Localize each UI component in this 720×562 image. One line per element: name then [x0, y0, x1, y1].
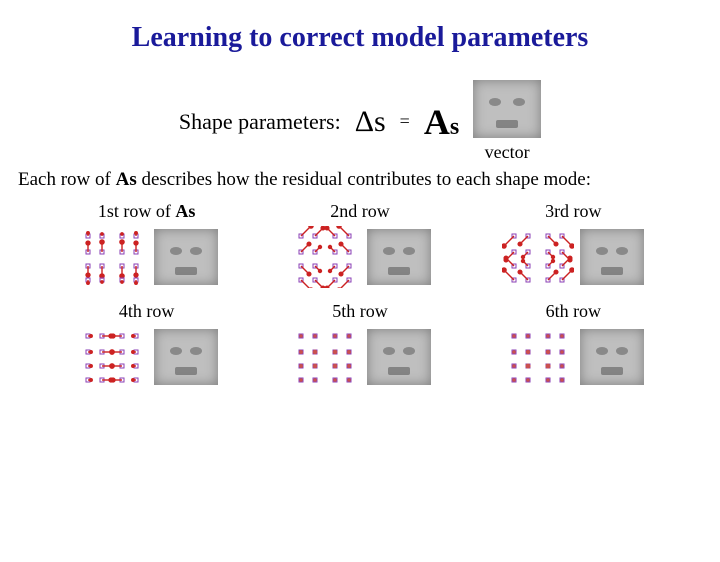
face-residual-image: [367, 229, 431, 285]
row-label: 2nd row: [253, 201, 466, 222]
diagram-face-pair: [76, 326, 218, 388]
face-residual-image: [154, 229, 218, 285]
equals-text: =: [400, 111, 410, 132]
explanation-text: Each row of As describes how the residua…: [18, 169, 702, 191]
shape-mode-cell: 2nd row: [253, 201, 466, 293]
shape-mode-vector-diagram: [502, 326, 574, 388]
shape-mode-cell: 3rd row: [467, 201, 680, 293]
diagram-face-pair: [76, 226, 218, 288]
face-residual-image: [580, 229, 644, 285]
slide-title: Learning to correct model parameters: [0, 22, 720, 54]
row-grid: 1st row of As2nd row3rd row 4th row5th ro…: [40, 201, 680, 393]
residual-vector-image: [473, 80, 541, 138]
row-label: 4th row: [40, 301, 253, 322]
diagram-face-pair: [502, 226, 644, 288]
shape-parameters-label: Shape parameters:: [179, 109, 341, 135]
diagram-face-pair: [502, 326, 644, 388]
shape-mode-cell: 5th row: [253, 301, 466, 393]
shape-mode-cell: 4th row: [40, 301, 253, 393]
diagram-face-pair: [289, 226, 431, 288]
shape-mode-vector-diagram: [289, 326, 361, 388]
row-label: 5th row: [253, 301, 466, 322]
shape-mode-vector-diagram: [289, 226, 361, 288]
shape-mode-cell: 1st row of As: [40, 201, 253, 293]
shape-mode-vector-diagram: [76, 326, 148, 388]
face-residual-image: [367, 329, 431, 385]
shape-equation-line: Shape parameters: Δs = As vector: [0, 80, 720, 163]
shape-mode-vector-diagram: [76, 226, 148, 288]
diagram-face-pair: [289, 326, 431, 388]
face-residual-image: [580, 329, 644, 385]
shape-mode-cell: 6th row: [467, 301, 680, 393]
row-label: 3rd row: [467, 201, 680, 222]
face-residual-image: [154, 329, 218, 385]
matrix-symbol: As: [424, 101, 459, 143]
delta-s-symbol: Δs: [355, 105, 386, 139]
row-label: 1st row of As: [40, 201, 253, 222]
row-label: 6th row: [467, 301, 680, 322]
shape-mode-vector-diagram: [502, 226, 574, 288]
vector-label: vector: [485, 142, 530, 163]
